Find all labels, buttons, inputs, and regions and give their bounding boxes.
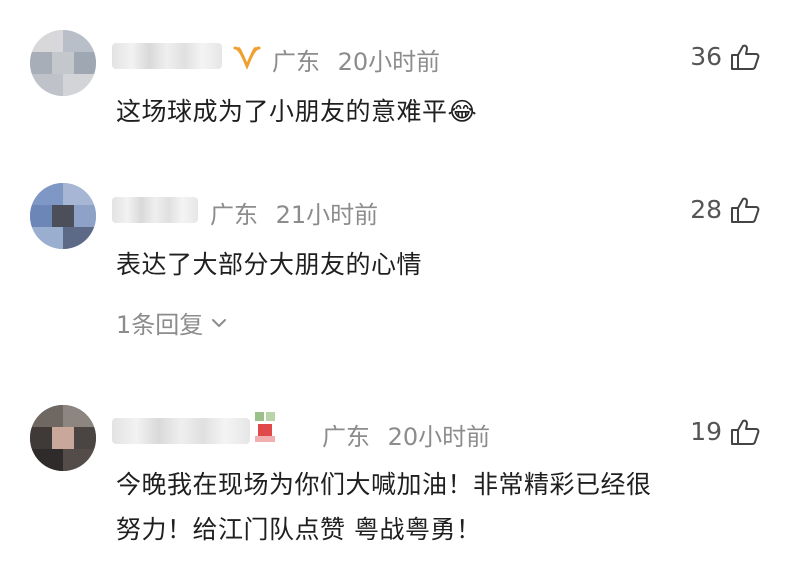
username-blurred[interactable] [112, 43, 222, 69]
thumbs-up-icon [731, 197, 760, 223]
comment-meta: 广东 20小时前 [322, 417, 490, 452]
vip-badge-icon [233, 46, 261, 70]
timestamp: 20小时前 [337, 48, 441, 76]
thumbs-up-icon [731, 419, 760, 445]
comment-text: 表达了大部分大朋友的心情 [116, 250, 423, 279]
avatar[interactable] [30, 30, 96, 96]
comment-text-line-1: 今晚我在现场为你们大喊加油！非常精彩已经很 [116, 470, 652, 499]
reply-count-label: 1条回复 [116, 311, 204, 339]
thumbs-up-icon [731, 44, 760, 70]
like-button[interactable]: 28 [690, 195, 760, 224]
like-button[interactable]: 19 [690, 417, 760, 446]
chevron-down-icon [212, 318, 227, 327]
medal-badge-icon [255, 412, 275, 442]
avatar[interactable] [30, 405, 96, 471]
avatar[interactable] [30, 183, 96, 249]
view-replies-link[interactable]: 1条回复 [116, 305, 227, 340]
timestamp: 20小时前 [387, 423, 491, 451]
location: 广东 [210, 201, 258, 229]
location: 广东 [322, 423, 370, 451]
comment-text: 这场球成为了小朋友的意难平😂 [116, 97, 478, 126]
like-count: 28 [690, 195, 722, 224]
comment-text-line-2: 努力！给江门队点赞 粤战粤勇！ [116, 515, 482, 544]
username-blurred[interactable] [112, 197, 198, 223]
like-button[interactable]: 36 [690, 42, 760, 71]
like-count: 36 [690, 42, 722, 71]
comment-meta: 广东 20小时前 [272, 42, 440, 77]
like-count: 19 [690, 417, 722, 446]
comment-meta: 广东 21小时前 [210, 195, 378, 230]
username-blurred[interactable] [112, 418, 250, 444]
comment-item: 广东 20小时前 36 这场球成为了小朋友的意难平😂 [0, 0, 790, 160]
timestamp: 21小时前 [275, 201, 379, 229]
comment-item: 广东 20小时前 19 今晚我在现场为你们大喊加油！非常精彩已经很 努力！给江门… [0, 380, 790, 569]
comment-item: 广东 21小时前 28 表达了大部分大朋友的心情 1条回复 [0, 160, 790, 360]
location: 广东 [272, 48, 320, 76]
